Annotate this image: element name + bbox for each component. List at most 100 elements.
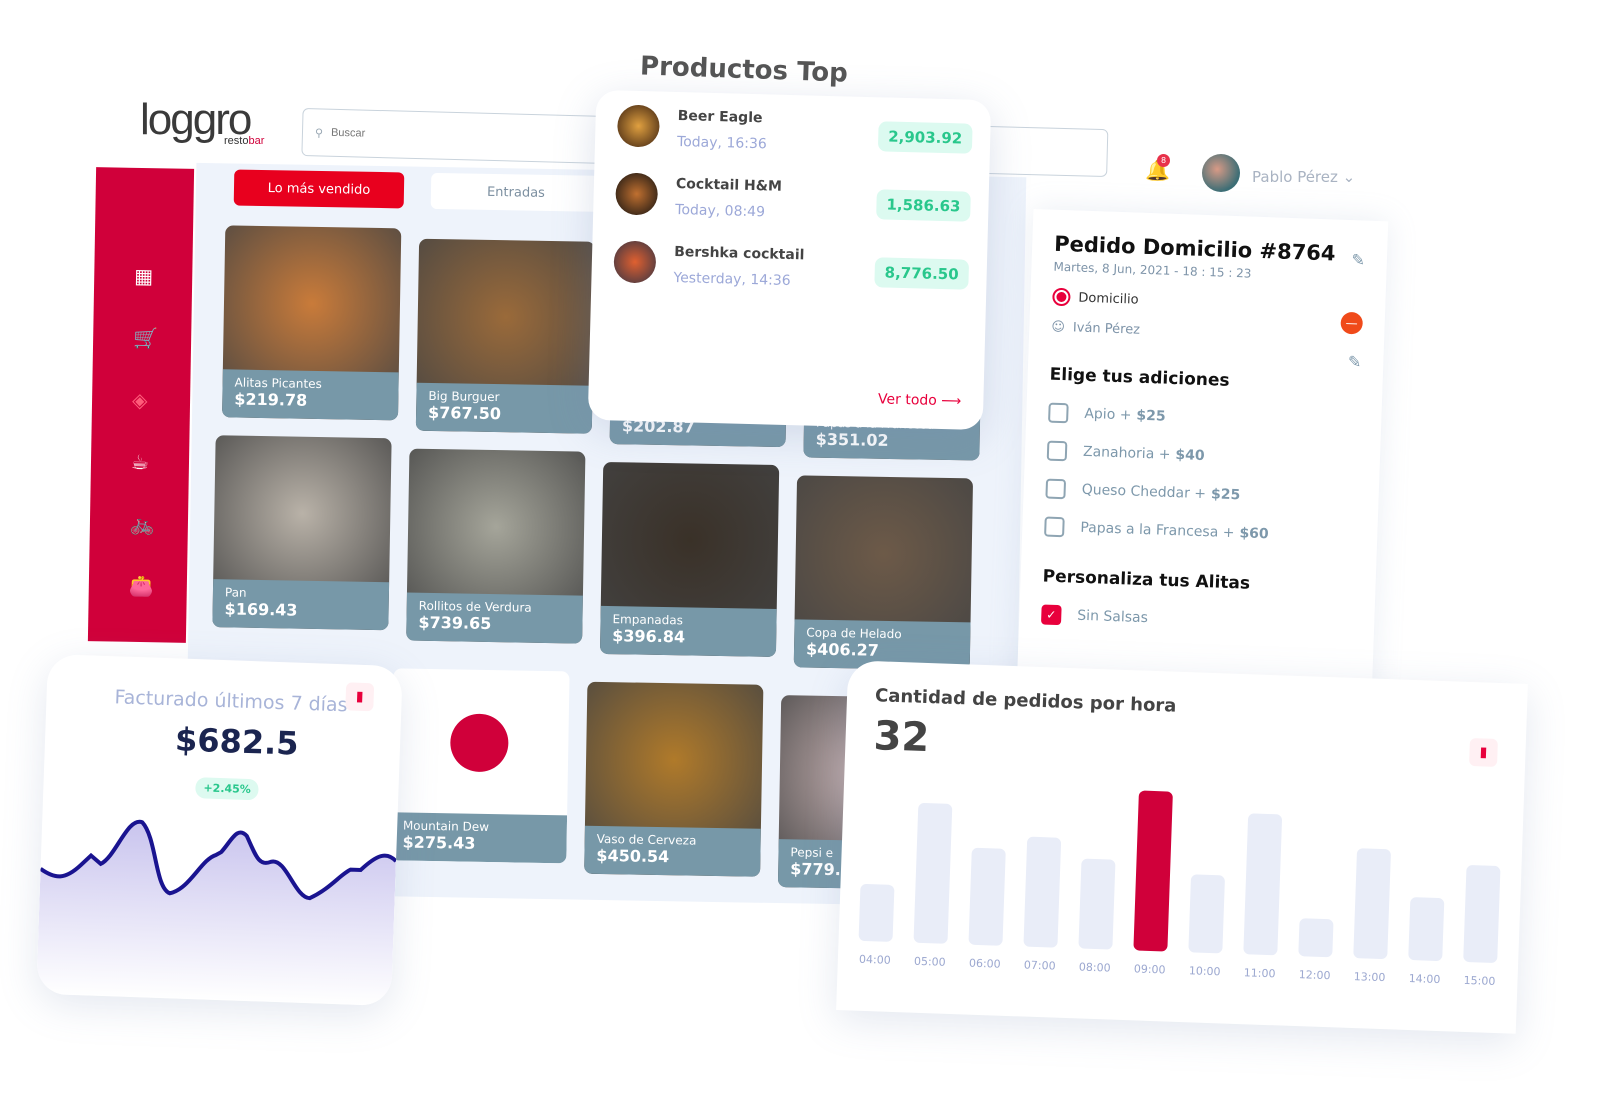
customize-title: Personaliza tus Alitas [1042, 566, 1251, 594]
notifications-button[interactable]: 🔔 8 [1145, 154, 1170, 182]
revenue-change-badge: +2.45% [195, 777, 260, 801]
product-price: $767.50 [427, 402, 502, 424]
x-tick-label: 09:00 [1134, 962, 1166, 976]
x-tick-label: 15:00 [1463, 974, 1495, 988]
customer: ☺ Iván Pérez [1051, 319, 1141, 338]
notification-badge: 8 [1157, 154, 1170, 167]
product-card[interactable]: Alitas Picantes $219.78 [221, 225, 402, 421]
revenue-value: $682.5 [174, 720, 300, 763]
coffee-icon[interactable]: ☕ [131, 450, 149, 474]
bar-04:00[interactable] [858, 884, 895, 942]
x-tick-label: 11:00 [1244, 966, 1276, 980]
bar-chart-icon[interactable]: ▮ [345, 682, 375, 712]
list-item[interactable]: Bershka cocktail Yesterday, 14:36 8,776.50 [613, 240, 970, 309]
product-card[interactable]: Big Burguer $767.50 [415, 238, 596, 434]
bar-chart-icon[interactable]: ▮ [1469, 737, 1498, 767]
logo-icon [449, 713, 509, 773]
bar-09:00[interactable] [1133, 790, 1173, 952]
x-tick-label: 13:00 [1354, 970, 1386, 984]
bar-08:00[interactable] [1078, 858, 1116, 950]
orders-per-hour-card: Cantidad de pedidos por hora 32 ▮ 04:00 0… [836, 660, 1528, 1034]
checkbox[interactable] [1046, 440, 1068, 462]
product-thumbnail [616, 104, 660, 148]
chart-total: 32 [872, 713, 931, 762]
edit-icon[interactable]: ✎ [1351, 250, 1365, 269]
bar-07:00[interactable] [1023, 836, 1062, 948]
checkbox-addition[interactable]: Apio + $25 [1048, 402, 1360, 434]
top-products-card: Beer Eagle Today, 16:36 2,903.92 Cocktail … [587, 89, 992, 431]
edit-customer-icon[interactable]: ✎ [1348, 352, 1362, 371]
x-tick-label: 08:00 [1079, 960, 1111, 974]
product-card[interactable]: Vaso de Cerveza $450.54 [584, 681, 764, 877]
checkbox[interactable] [1045, 478, 1067, 500]
checkbox[interactable] [1048, 402, 1069, 424]
checkbox-addition[interactable]: Papas a la Francesa + $60 [1044, 516, 1356, 548]
x-tick-label: 07:00 [1024, 959, 1056, 973]
tab-entradas[interactable]: Entradas [430, 172, 602, 212]
chevron-down-icon: ⌄ [1342, 168, 1356, 186]
x-tick-label: 12:00 [1299, 968, 1331, 982]
logo: loggro restobar [140, 95, 265, 147]
bar-13:00[interactable] [1353, 848, 1391, 960]
tab-lo-mas-vendido[interactable]: Lo más vendido [233, 169, 405, 209]
bar-15:00[interactable] [1463, 865, 1501, 963]
product-thumbnail [615, 172, 659, 216]
x-tick-label: 06:00 [969, 957, 1001, 971]
product-card[interactable]: Mountain Dew $275.43 [390, 668, 570, 864]
checkbox-addition[interactable]: Zanahoria + $40 [1046, 440, 1359, 472]
product-price: $396.84 [612, 626, 686, 647]
list-item[interactable]: Beer Eagle Today, 16:36 2,903.92 [616, 104, 973, 173]
product-price: $169.43 [224, 599, 298, 620]
order-panel: Pedido Domicilio #8764 ✎ Martes, 8 Jun, … [1016, 208, 1389, 702]
avatar[interactable] [1202, 154, 1240, 192]
sparkline-area [36, 822, 397, 1007]
bar-14:00[interactable] [1408, 897, 1445, 961]
x-tick-label: 05:00 [914, 955, 946, 969]
bar-06:00[interactable] [968, 847, 1006, 946]
check-icon: ✓ [1040, 604, 1062, 626]
product-price: $739.65 [418, 612, 492, 634]
product-thumbnail [613, 240, 657, 284]
sidebar: ▦ 🛒 ◈ ☕ 🚲 👛 [87, 167, 195, 643]
product-price: $450.54 [596, 845, 670, 867]
x-tick-label: 04:00 [859, 953, 891, 967]
checkbox-addition[interactable]: Queso Cheddar + $25 [1045, 478, 1357, 510]
checkbox[interactable] [1044, 516, 1065, 538]
search-input[interactable] [330, 126, 474, 143]
radio-selected[interactable] [1052, 287, 1071, 307]
see-all-link[interactable]: Ver todo ⟶ [878, 391, 962, 409]
user-icon: ☺ [1051, 319, 1066, 336]
product-price: $275.43 [402, 832, 476, 853]
user-menu[interactable]: Pablo Pérez ⌄ [1252, 168, 1355, 186]
top-products-title: Productos Top [639, 51, 849, 89]
product-card[interactable]: Rollitos de Verdura $739.65 [406, 448, 586, 644]
list-item[interactable]: Cocktail H&M Today, 08:49 1,586.63 [615, 172, 971, 241]
product-price: $406.27 [805, 639, 880, 660]
revenue-title: Facturado últimos 7 días [114, 686, 348, 717]
bar-11:00[interactable] [1243, 813, 1282, 956]
wallet-icon[interactable]: 👛 [129, 574, 154, 598]
revenue-sparkline [36, 820, 398, 1007]
revenue-card: Facturado últimos 7 días ▮ $682.5 +2.45% [36, 653, 403, 1007]
dashboard-icon[interactable]: ▦ [134, 264, 153, 288]
bar-10:00[interactable] [1188, 874, 1225, 954]
product-price: $351.02 [815, 429, 889, 450]
x-tick-label: 14:00 [1408, 972, 1440, 986]
product-card[interactable]: Copa de Helado $406.27 [793, 475, 974, 671]
tag-icon[interactable]: ◈ [132, 388, 148, 412]
bar-12:00[interactable] [1298, 918, 1334, 958]
product-card[interactable]: Empanadas $396.84 [599, 461, 780, 658]
bar-chart: 04:00 05:00 06:00 07:00 08:00 09:00 10:00 11:00… [858, 790, 1501, 988]
bar-05:00[interactable] [913, 802, 953, 944]
product-price: $219.78 [234, 389, 308, 410]
search-icon: ⚲ [314, 125, 324, 140]
order-type[interactable]: Domicilio [1052, 287, 1363, 317]
x-tick-label: 10:00 [1189, 964, 1221, 978]
bike-icon[interactable]: 🚲 [130, 512, 155, 536]
product-card[interactable]: Pan $169.43 [212, 435, 392, 631]
checkbox-sin-salsas[interactable]: ✓ Sin Salsas [1040, 604, 1353, 635]
arrow-right-icon: ⟶ [941, 393, 962, 410]
chart-title: Cantidad de pedidos por hora [874, 685, 1177, 717]
cart-icon[interactable]: 🛒 [133, 326, 158, 350]
additions-title: Elige tus adiciones [1049, 364, 1230, 391]
